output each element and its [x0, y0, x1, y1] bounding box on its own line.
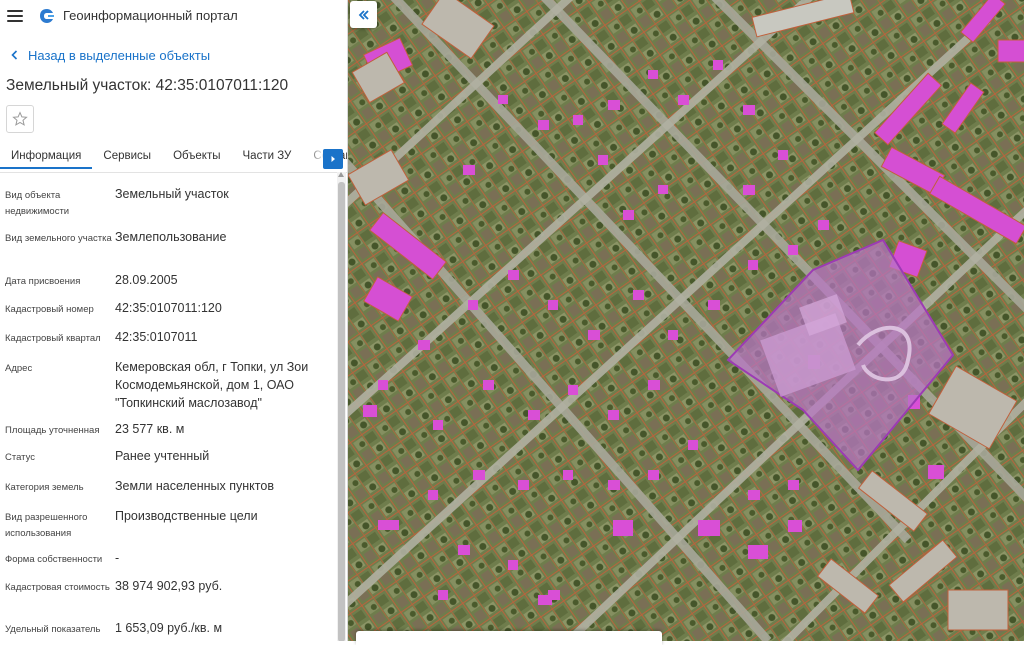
tab-information[interactable]: Информация	[0, 144, 93, 169]
property-key: Площадь уточненная	[5, 425, 100, 436]
back-link-label: Назад в выделенные объекты	[28, 47, 211, 63]
property-value: Земли населенных пунктов	[115, 479, 274, 493]
tab-bar: Информация Сервисы Объекты Части ЗУ Сост…	[0, 144, 347, 173]
map-view[interactable]	[348, 0, 1024, 641]
collapse-panel-button[interactable]	[350, 1, 377, 28]
app-title: Геоинформационный портал	[63, 8, 238, 23]
property-row: Категория земель Земли населенных пункто…	[0, 477, 336, 507]
property-row: Вид разрешенного использования Производс…	[0, 507, 336, 549]
property-key: Кадастровый квартал	[5, 333, 101, 344]
property-value: Землепользование	[115, 230, 227, 244]
property-value: Производственные цели	[115, 509, 258, 523]
panel-scrollbar[interactable]	[337, 172, 346, 641]
favorite-button[interactable]	[6, 105, 34, 133]
property-value: 42:35:0107011	[115, 330, 198, 344]
property-key: Категория земель	[5, 482, 84, 493]
property-value: 28.09.2005	[115, 273, 178, 287]
tabs-scroll-right-button[interactable]	[323, 149, 343, 169]
property-key: Адрес	[5, 363, 33, 374]
double-chevron-left-icon	[358, 9, 369, 20]
tab-services[interactable]: Сервисы	[92, 144, 162, 169]
scroll-up-arrow-icon[interactable]	[338, 172, 344, 177]
property-key: Вид объекта недвижимости	[5, 190, 70, 217]
chevron-left-icon	[11, 50, 18, 60]
chevron-right-icon	[331, 156, 335, 162]
property-key: Вид земельного участка	[5, 233, 112, 244]
portal-logo-icon	[40, 8, 54, 23]
tab-parcel-parts[interactable]: Части ЗУ	[232, 144, 303, 169]
property-row: Удельный показатель 1 653,09 руб./кв. м	[0, 619, 336, 641]
menu-icon[interactable]	[7, 9, 23, 22]
property-value: Кемеровская обл, г Топки, ул Зои Космоде…	[115, 360, 309, 410]
property-row: Статус Ранее учтенный	[0, 447, 336, 477]
property-value: Ранее учтенный	[115, 449, 210, 463]
property-list: Вид объекта недвижимости Земельный участ…	[0, 185, 336, 641]
property-key: Дата присвоения	[5, 276, 81, 287]
property-row: Кадастровый номер 42:35:0107011:120	[0, 299, 336, 328]
property-key: Статус	[5, 452, 36, 463]
scroll-thumb[interactable]	[338, 182, 345, 641]
property-key: Кадастровый номер	[5, 304, 94, 315]
property-row: Кадастровая стоимость 38 974 902,93 руб.	[0, 577, 336, 619]
property-key: Форма собственности	[5, 554, 103, 565]
property-value: 1 653,09 руб./кв. м	[115, 621, 223, 635]
property-key: Кадастровая стоимость	[5, 582, 110, 593]
satellite-map[interactable]	[348, 0, 1024, 641]
object-title: Земельный участок: 42:35:0107011:120	[6, 77, 289, 94]
property-key: Удельный показатель	[5, 624, 101, 635]
property-row: Дата присвоения 28.09.2005	[0, 271, 336, 299]
property-row: Форма собственности -	[0, 549, 336, 577]
app-header: Геоинформационный портал	[0, 0, 347, 31]
property-key: Вид разрешенного использования	[5, 512, 88, 539]
property-row: Вид земельного участка Землепользование	[0, 228, 336, 271]
property-value: 38 974 902,93 руб.	[115, 579, 223, 593]
property-row: Площадь уточненная 23 577 кв. м	[0, 420, 336, 447]
map-bottom-card	[356, 631, 662, 645]
property-row: Кадастровый квартал 42:35:0107011	[0, 328, 336, 358]
property-value: -	[115, 551, 120, 565]
property-value: 42:35:0107011:120	[115, 301, 222, 315]
star-icon	[12, 111, 28, 126]
property-row: Адрес Кемеровская обл, г Топки, ул Зои К…	[0, 358, 336, 420]
info-panel: Геоинформационный портал Назад в выделен…	[0, 0, 348, 641]
property-value: 23 577 кв. м	[115, 422, 185, 436]
property-row: Вид объекта недвижимости Земельный участ…	[0, 185, 336, 228]
property-value: Земельный участок	[115, 187, 229, 201]
back-to-selected-link[interactable]: Назад в выделенные объекты	[0, 39, 347, 71]
tab-objects[interactable]: Объекты	[162, 144, 231, 169]
